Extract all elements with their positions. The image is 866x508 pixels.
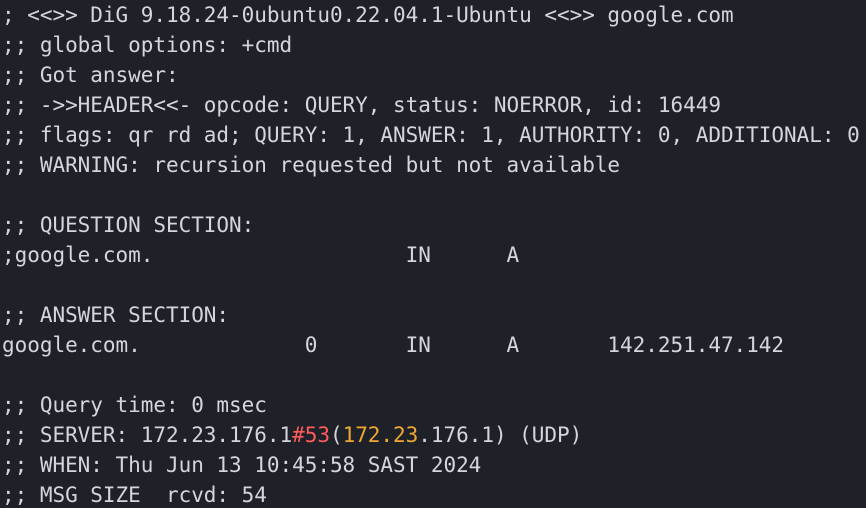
server-rest: .176.1) (UDP) [418, 423, 583, 447]
header-line: ;; ->>HEADER<<- opcode: QUERY, status: N… [2, 93, 721, 117]
server-paren-open: ( [329, 423, 343, 447]
server-port-highlight: #53 [292, 423, 330, 447]
answer-record-line: google.com. 0 IN A 142.251.47.142 [2, 333, 785, 357]
got-answer-line: ;; Got answer: [2, 63, 179, 87]
answer-section-heading: ;; ANSWER SECTION: [2, 303, 230, 327]
flags-line: ;; flags: qr rd ad; QUERY: 1, ANSWER: 1,… [2, 123, 860, 147]
msg-size-line: ;; MSG SIZE rcvd: 54 [2, 483, 267, 507]
dig-banner-line: ; <<>> DiG 9.18.24-0ubuntu0.22.04.1-Ubun… [2, 3, 734, 27]
global-options-line: ;; global options: +cmd [2, 33, 293, 57]
terminal-output[interactable]: ; <<>> DiG 9.18.24-0ubuntu0.22.04.1-Ubun… [0, 0, 866, 508]
question-record-line: ;google.com. IN A [2, 243, 520, 267]
server-ip-highlight: 172.23 [342, 423, 419, 447]
server-line: ;; SERVER: 172.23.176.1#53(172.23.176.1)… [0, 420, 866, 450]
server-prefix: ;; SERVER: 172.23.176.1 [2, 423, 293, 447]
warning-line: ;; WARNING: recursion requested but not … [2, 153, 621, 177]
question-section-heading: ;; QUESTION SECTION: [2, 213, 255, 237]
when-line: ;; WHEN: Thu Jun 13 10:45:58 SAST 2024 [2, 453, 482, 477]
query-time-line: ;; Query time: 0 msec [2, 393, 267, 417]
